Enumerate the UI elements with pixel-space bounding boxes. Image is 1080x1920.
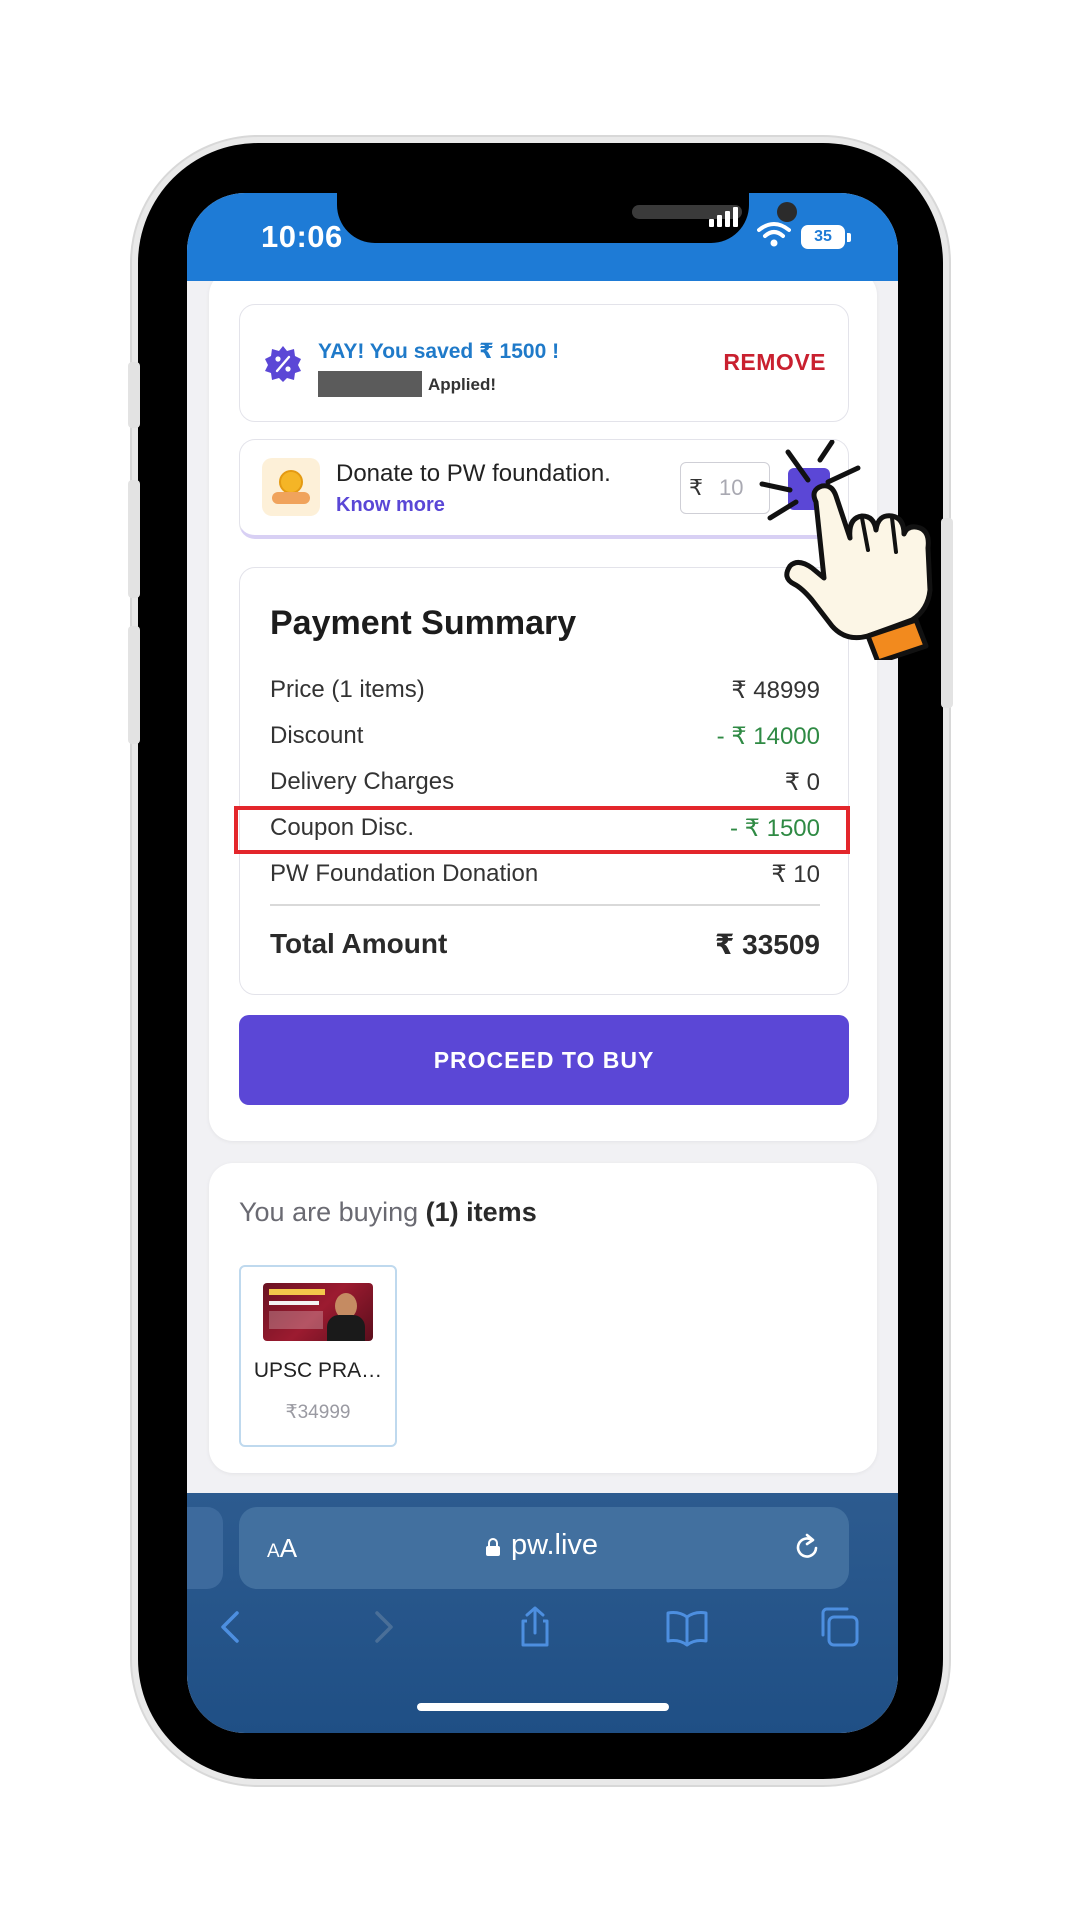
volume-up-button	[128, 480, 140, 598]
hand-shape	[272, 492, 310, 504]
coin-shape	[279, 470, 303, 494]
coupon-highlight-box	[234, 806, 850, 854]
summary-row-price: Price (1 items) ₹ 48999	[270, 670, 820, 710]
tabs-icon[interactable]	[817, 1605, 861, 1649]
proceed-to-buy-button[interactable]: PROCEED TO BUY	[239, 1015, 849, 1105]
battery-icon: 35	[801, 225, 845, 249]
summary-row-amount: ₹ 10	[771, 861, 820, 888]
notch	[337, 193, 797, 243]
total-amount: ₹ 33509	[714, 929, 820, 960]
know-more-link[interactable]: Know more	[336, 494, 445, 517]
summary-row-label: Price (1 items)	[270, 676, 425, 703]
summary-row-label: Delivery Charges	[270, 768, 455, 795]
home-indicator	[417, 1703, 669, 1711]
summary-row-amount: ₹ 0	[784, 769, 820, 796]
stage: 10:06 35 YAY! You saved ₹ 1500 ! Applied…	[0, 0, 1080, 1920]
product-thumbnail	[263, 1283, 373, 1341]
tap-hand-pointer-icon	[759, 440, 933, 660]
coupon-applied-text: Applied!	[428, 375, 496, 394]
coupon-saved-text: YAY! You saved ₹ 1500 !	[318, 340, 560, 363]
back-icon[interactable]	[209, 1605, 253, 1649]
items-heading: You are buying (1) items	[239, 1197, 537, 1228]
summary-divider	[270, 904, 820, 906]
status-time: 10:06	[261, 219, 343, 254]
discount-badge-icon	[265, 346, 301, 382]
coupon-applied-box: YAY! You saved ₹ 1500 ! Applied! REMOVE	[239, 304, 849, 422]
battery-level: 35	[814, 228, 832, 245]
items-card: You are buying (1) items UPSC PRA… ₹3499…	[209, 1163, 877, 1473]
address-bar[interactable]: AAAA pw.live	[239, 1507, 849, 1589]
thumb-person-body	[327, 1315, 365, 1341]
previous-tab-peek[interactable]	[187, 1507, 223, 1589]
phone-screen: 10:06 35 YAY! You saved ₹ 1500 ! Applied…	[187, 193, 898, 1733]
summary-total-row: Total Amount ₹ 33509	[270, 918, 820, 968]
wifi-icon	[757, 222, 791, 247]
remove-coupon-button[interactable]: REMOVE	[723, 349, 826, 376]
volume-down-button	[128, 626, 140, 744]
silent-switch	[128, 362, 140, 428]
items-heading-count: (1) items	[425, 1197, 537, 1227]
product-name: UPSC PRA…	[253, 1359, 383, 1382]
checkout-card: YAY! You saved ₹ 1500 ! Applied! REMOVE …	[209, 281, 877, 1141]
lock-icon	[486, 1538, 500, 1556]
product-price: ₹34999	[285, 1402, 351, 1423]
donation-title: Donate to PW foundation.	[336, 460, 611, 487]
items-heading-prefix: You are buying	[239, 1197, 419, 1227]
total-label: Total Amount	[270, 928, 448, 959]
browser-toolbar: AAAA pw.live	[187, 1493, 898, 1733]
product-card[interactable]: UPSC PRA… ₹34999	[239, 1265, 397, 1447]
status-bar: 10:06 35	[187, 193, 898, 281]
payment-summary-title: Payment Summary	[270, 604, 577, 642]
reload-icon[interactable]	[791, 1531, 823, 1563]
redacted-coupon-code	[318, 371, 422, 397]
battery-tip	[847, 233, 851, 242]
summary-row-discount: Discount - ₹ 14000	[270, 716, 820, 756]
summary-row-amount: ₹ 48999	[731, 677, 820, 704]
share-icon[interactable]	[513, 1605, 557, 1649]
summary-row-label: Discount	[270, 722, 364, 749]
summary-row-delivery: Delivery Charges ₹ 0	[270, 762, 820, 802]
thumb-table-shape	[269, 1311, 323, 1329]
rupee-symbol: ₹	[689, 475, 703, 500]
text-size-button[interactable]: AAAA	[267, 1533, 297, 1564]
forward-icon[interactable]	[361, 1605, 405, 1649]
thumb-banner-shape	[269, 1289, 325, 1295]
bookmarks-icon[interactable]	[665, 1605, 709, 1649]
url-text: pw.live	[511, 1529, 599, 1561]
donation-amount-value: 10	[719, 475, 744, 500]
front-camera	[777, 202, 797, 222]
summary-row-amount: - ₹ 14000	[716, 723, 820, 750]
summary-row-label: PW Foundation Donation	[270, 860, 539, 887]
donation-hand-coin-icon	[262, 458, 320, 516]
thumb-line-shape	[269, 1301, 319, 1305]
summary-row-donation: PW Foundation Donation ₹ 10	[270, 854, 820, 894]
